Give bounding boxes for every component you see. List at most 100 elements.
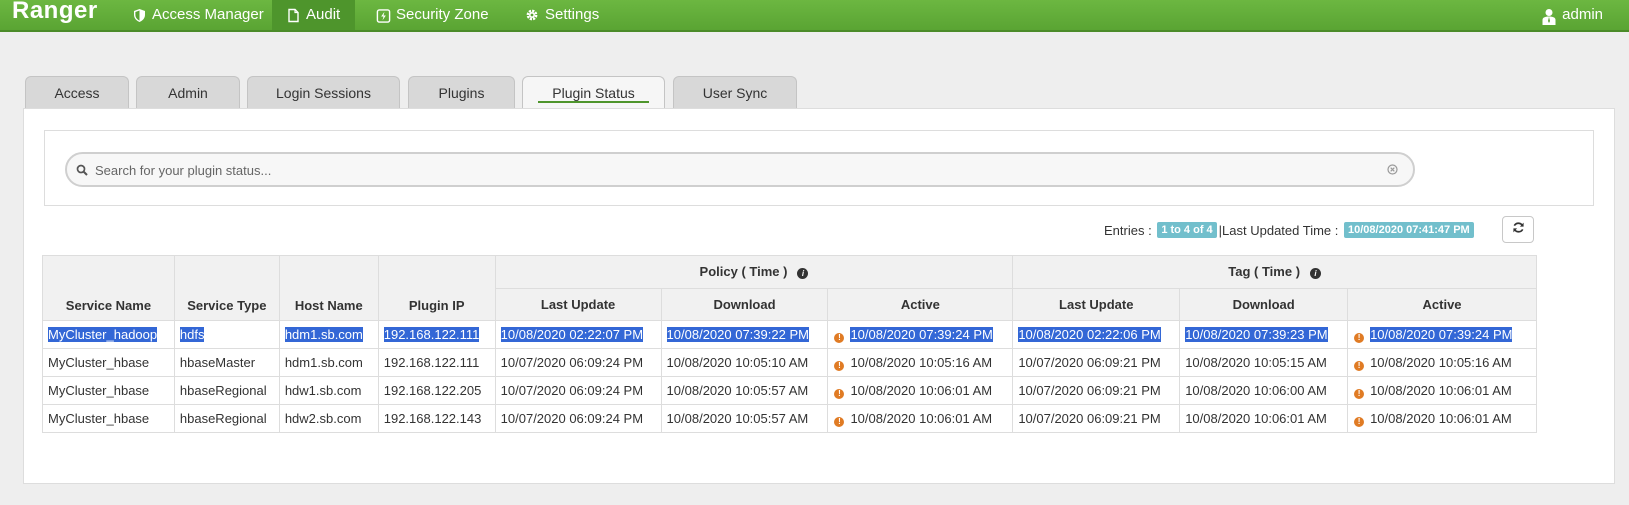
clear-icon[interactable] xyxy=(1387,162,1401,176)
tab-admin[interactable]: Admin xyxy=(136,76,240,108)
table-cell: 10/07/2020 06:09:21 PM xyxy=(1012,376,1181,405)
policy-group-header: Policy ( Time ) i xyxy=(494,255,1014,289)
column-header[interactable]: Host Name xyxy=(278,255,379,321)
last-updated-badge: 10/08/2020 07:41:47 PM xyxy=(1344,222,1474,238)
table-cell: hbaseRegional xyxy=(173,376,280,405)
search-input[interactable] xyxy=(93,158,1383,182)
brand-logo[interactable]: Ranger xyxy=(12,0,98,25)
tab-plugins[interactable]: Plugins xyxy=(408,76,515,108)
table-cell: 10/08/2020 10:05:10 AM xyxy=(660,348,829,377)
table-cell: 10/08/2020 02:22:07 PM xyxy=(494,320,662,349)
table-cell: ! 10/08/2020 07:39:24 PM xyxy=(1347,320,1537,349)
tab-label: Plugins xyxy=(438,85,485,101)
table-cell: 10/07/2020 06:09:24 PM xyxy=(494,404,662,433)
warning-icon: ! xyxy=(834,332,845,343)
tab-user-sync[interactable]: User Sync xyxy=(673,76,797,108)
column-header[interactable]: Active xyxy=(827,287,1014,321)
table-cell: 10/07/2020 06:09:24 PM xyxy=(494,376,662,405)
zone-icon xyxy=(376,8,391,23)
table-cell: hbaseRegional xyxy=(173,404,280,433)
tab-plugin-status[interactable]: Plugin Status xyxy=(522,76,665,108)
table-cell: hdm1.sb.com xyxy=(278,320,379,349)
table-cell: ! 10/08/2020 10:06:01 AM xyxy=(827,376,1014,405)
table-cell: 192.168.122.111 xyxy=(377,320,496,349)
tab-label: Plugin Status xyxy=(552,85,635,101)
warning-icon: ! xyxy=(1354,416,1365,427)
table-cell: 10/08/2020 10:05:57 AM xyxy=(660,376,829,405)
search-icon xyxy=(76,163,89,176)
refresh-icon xyxy=(1512,221,1525,239)
table-cell: MyCluster_hadoop xyxy=(42,320,175,349)
table-cell: ! 10/08/2020 07:39:24 PM xyxy=(827,320,1014,349)
file-icon xyxy=(286,8,301,23)
table-group-header-row: Service Name Service Type Host Name Plug… xyxy=(42,255,1537,321)
tab-login-sessions[interactable]: Login Sessions xyxy=(247,76,400,108)
column-header[interactable]: Download xyxy=(660,287,829,321)
tab-label: Login Sessions xyxy=(276,85,371,101)
tab-label: Admin xyxy=(168,85,208,101)
entries-status: Entries : 1 to 4 of 4 | Last Updated Tim… xyxy=(1104,220,1476,240)
tab-label: Access xyxy=(54,85,100,101)
nav-label: Security Zone xyxy=(396,6,489,23)
table-cell: hbaseMaster xyxy=(173,348,280,377)
table-cell: 10/08/2020 10:06:00 AM xyxy=(1179,376,1349,405)
nav-access-manager[interactable]: Access Manager xyxy=(118,0,278,30)
column-header[interactable]: Last Update xyxy=(494,287,662,321)
tab-label: User Sync xyxy=(702,85,768,101)
table-cell: 10/08/2020 10:05:15 AM xyxy=(1179,348,1349,377)
info-icon[interactable]: i xyxy=(797,268,809,280)
search-bar[interactable] xyxy=(65,152,1415,187)
column-header[interactable]: Active xyxy=(1347,287,1537,321)
info-icon[interactable]: i xyxy=(1310,268,1322,280)
user-menu[interactable]: admin xyxy=(1528,0,1617,30)
table-cell: hdm1.sb.com xyxy=(278,348,379,377)
warning-icon: ! xyxy=(834,416,845,427)
table-cell: ! 10/08/2020 10:05:16 AM xyxy=(1347,348,1537,377)
table-cell: 10/07/2020 06:09:21 PM xyxy=(1012,348,1181,377)
warning-icon: ! xyxy=(1354,388,1365,399)
nav-security-zone[interactable]: Security Zone xyxy=(362,0,503,30)
table-row[interactable]: MyCluster_hbase hbaseRegional hdw1.sb.co… xyxy=(42,376,1537,405)
warning-icon: ! xyxy=(834,388,845,399)
last-updated-label: Last Updated Time : xyxy=(1222,222,1339,238)
column-header[interactable]: Download xyxy=(1179,287,1349,321)
table-cell: 10/07/2020 06:09:21 PM xyxy=(1012,404,1181,433)
policy-group-label: Policy ( Time ) xyxy=(699,264,788,280)
nav-label: Settings xyxy=(545,6,600,23)
search-container xyxy=(44,130,1594,206)
refresh-button[interactable] xyxy=(1502,216,1534,243)
table-cell: 10/08/2020 07:39:22 PM xyxy=(660,320,829,349)
shield-icon xyxy=(132,8,147,23)
active-tab-indicator xyxy=(538,101,649,103)
warning-icon: ! xyxy=(1354,360,1365,371)
column-header[interactable]: Service Type xyxy=(173,255,280,321)
table-row[interactable]: MyCluster_hbase hbaseRegional hdw2.sb.co… xyxy=(42,404,1537,433)
table-cell: 10/08/2020 10:05:57 AM xyxy=(660,404,829,433)
entries-count-badge: 1 to 4 of 4 xyxy=(1157,222,1217,238)
table-cell: hdw1.sb.com xyxy=(278,376,379,405)
top-navbar: Ranger Access Manager Audit Security Zon… xyxy=(0,0,1629,32)
column-header[interactable]: Last Update xyxy=(1012,287,1181,321)
warning-icon: ! xyxy=(834,360,845,371)
nav-settings[interactable]: Settings xyxy=(511,0,613,30)
nav-label: Audit xyxy=(306,6,341,23)
tag-group-label: Tag ( Time ) xyxy=(1228,264,1301,280)
column-header[interactable]: Plugin IP xyxy=(377,255,496,321)
table-row[interactable]: MyCluster_hadoop hdfs hdm1.sb.com 192.16… xyxy=(42,320,1537,349)
table-cell: 192.168.122.205 xyxy=(377,376,496,405)
entries-label: Entries : xyxy=(1104,222,1152,238)
table-cell: 10/08/2020 10:06:01 AM xyxy=(1179,404,1349,433)
nav-label: Access Manager xyxy=(152,6,264,23)
table-cell: hdw2.sb.com xyxy=(278,404,379,433)
nav-audit[interactable]: Audit xyxy=(272,0,355,30)
table-cell: ! 10/08/2020 10:05:16 AM xyxy=(827,348,1014,377)
warning-icon: ! xyxy=(1354,332,1365,343)
tag-group-header: Tag ( Time ) i xyxy=(1012,255,1537,289)
table-cell: 10/07/2020 06:09:24 PM xyxy=(494,348,662,377)
table-cell: ! 10/08/2020 10:06:01 AM xyxy=(1347,404,1537,433)
table-cell: MyCluster_hbase xyxy=(42,348,175,377)
column-header[interactable]: Service Name xyxy=(42,255,175,321)
tab-access[interactable]: Access xyxy=(25,76,129,108)
table-cell: 192.168.122.143 xyxy=(377,404,496,433)
table-row[interactable]: MyCluster_hbase hbaseMaster hdm1.sb.com … xyxy=(42,348,1537,377)
